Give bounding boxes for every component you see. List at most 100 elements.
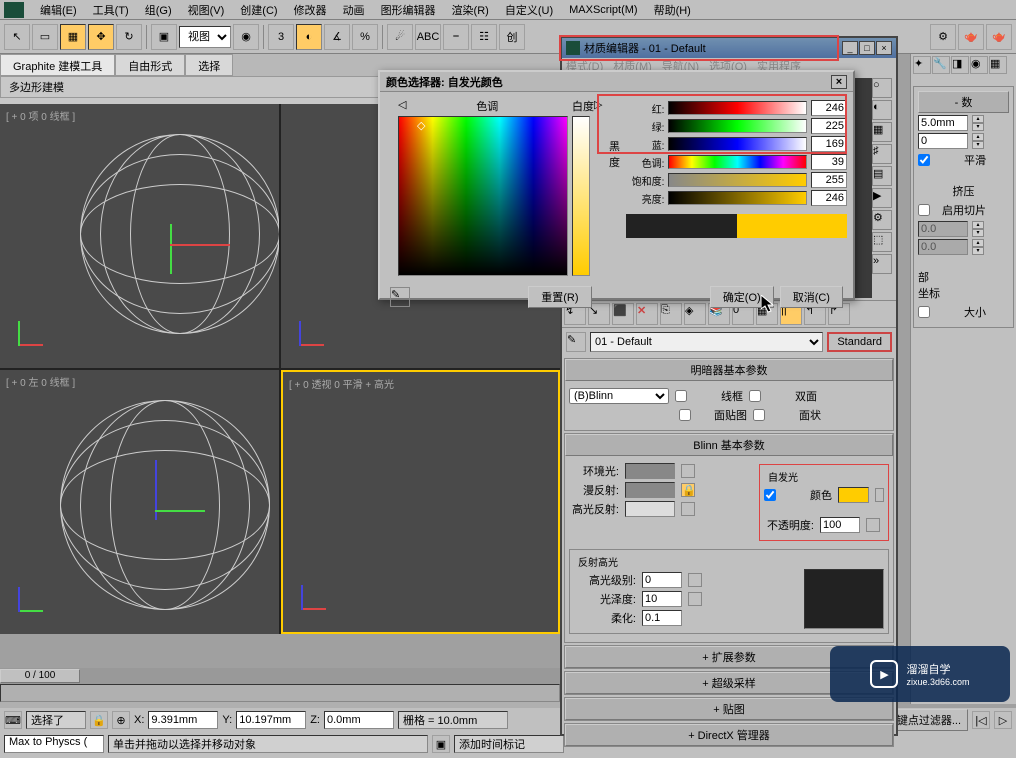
viewport-perspective[interactable]: [ + 0 透视 0 平滑 + 高光 [281, 370, 560, 634]
specular-color-swatch[interactable] [625, 501, 675, 517]
segments-spinner[interactable] [918, 133, 968, 149]
backlight-icon[interactable]: ◐ [872, 100, 892, 120]
viewport-left[interactable]: [ + 0 左 0 线框 ] [0, 370, 279, 634]
wire-checkbox[interactable] [675, 390, 687, 402]
slice-checkbox[interactable] [918, 204, 930, 216]
material-type-button[interactable]: Standard [827, 332, 892, 352]
cancel-button[interactable]: 取消(C) [780, 286, 843, 308]
rollout-blinn-params[interactable]: Blinn 基本参数 [565, 434, 893, 456]
motion-tab-icon[interactable]: ◉ [970, 56, 988, 74]
ribbon-tab-graphite[interactable]: Graphite 建模工具 [0, 54, 115, 76]
faceted-checkbox[interactable] [753, 409, 765, 421]
opacity-map-button[interactable] [866, 518, 880, 532]
menu-maxscript[interactable]: MAXScript(M) [561, 2, 645, 18]
glossiness-spinner[interactable] [642, 591, 682, 607]
eyedropper-icon[interactable]: ✎ [390, 287, 410, 307]
video-check-icon[interactable]: ▤ [872, 166, 892, 186]
spec-level-map-button[interactable] [688, 573, 702, 587]
named-sel-icon[interactable]: ☄ [387, 24, 413, 50]
spinner-snap-icon[interactable]: % [352, 24, 378, 50]
close-button[interactable]: × [831, 75, 847, 89]
red-value-input[interactable] [811, 100, 847, 116]
hue-value-input[interactable] [811, 154, 847, 170]
time-tag-icon[interactable]: ▣ [432, 735, 450, 753]
add-time-tag[interactable]: 添加时间标记 [454, 735, 564, 753]
render-setup-icon[interactable]: ⚙ [930, 24, 956, 50]
hierarchy-tab-icon[interactable]: ◨ [951, 56, 969, 74]
green-slider[interactable] [668, 119, 807, 133]
reset-button[interactable]: 重置(R) [528, 286, 591, 308]
create-sel-icon[interactable]: 创 [499, 24, 525, 50]
maxscript-mini-icon[interactable]: ⌨ [4, 711, 22, 729]
ambient-color-swatch[interactable] [625, 463, 675, 479]
z-coord-input[interactable] [324, 711, 394, 729]
sat-slider[interactable] [668, 173, 807, 187]
menu-graph[interactable]: 图形编辑器 [373, 0, 444, 20]
menu-edit[interactable]: 编辑(E) [32, 0, 85, 20]
ribbon-tab-freeform[interactable]: 自由形式 [115, 54, 185, 76]
soften-spinner[interactable] [642, 610, 682, 626]
maxscript-listener[interactable]: Max to Physcs ( [4, 735, 104, 753]
select-by-mat-icon[interactable]: ⬚ [872, 232, 892, 252]
menu-tools[interactable]: 工具(T) [85, 0, 137, 20]
specular-map-button[interactable] [681, 502, 695, 516]
select-move-icon[interactable]: ▦ [60, 24, 86, 50]
material-name-dropdown[interactable]: 01 - Default [590, 332, 823, 352]
lock-selection-icon[interactable]: 🔒 [90, 711, 108, 729]
shader-type-dropdown[interactable]: (B)Blinn [569, 388, 669, 404]
sat-value-input[interactable] [811, 172, 847, 188]
rollout-shader-params[interactable]: 明暗器基本参数 [565, 359, 893, 381]
layers-icon[interactable]: ☷ [471, 24, 497, 50]
ok-button[interactable]: 确定(O) [710, 286, 774, 308]
rollout-params[interactable]: 数 [918, 91, 1009, 113]
reference-coord-dropdown[interactable]: 视图 [179, 26, 231, 48]
scale-icon[interactable]: ▣ [151, 24, 177, 50]
diffuse-lock-icon[interactable]: 🔒 [681, 483, 695, 497]
material-editor-titlebar[interactable]: 材质编辑器 - 01 - Default _ □ × [562, 38, 896, 58]
face-map-checkbox[interactable] [679, 409, 691, 421]
prev-frame-icon[interactable]: |◁ [972, 711, 990, 729]
menu-render[interactable]: 渲染(R) [444, 0, 497, 20]
abs-transform-icon[interactable]: ⊕ [112, 711, 130, 729]
menu-view[interactable]: 视图(V) [180, 0, 233, 20]
slice-to-spinner[interactable] [918, 239, 968, 255]
sample-uv-icon[interactable]: ♯ [872, 144, 892, 164]
percent-snap-icon[interactable]: ∡ [324, 24, 350, 50]
background-icon[interactable]: ▦ [872, 122, 892, 142]
modify-tab-icon[interactable]: 🔧 [932, 56, 950, 74]
play-icon[interactable]: ▷ [994, 711, 1012, 729]
angle-snap-icon[interactable]: ◐ [296, 24, 322, 50]
green-value-input[interactable] [811, 118, 847, 134]
smooth-checkbox[interactable] [918, 154, 930, 166]
two-sided-checkbox[interactable] [749, 390, 761, 402]
spec-level-spinner[interactable] [642, 572, 682, 588]
blue-slider[interactable] [668, 137, 807, 151]
self-illum-color-checkbox[interactable] [764, 489, 776, 501]
opacity-spinner[interactable] [820, 517, 860, 533]
menu-create[interactable]: 创建(C) [232, 0, 285, 20]
pick-mat-icon[interactable]: ✎ [566, 332, 586, 352]
val-value-input[interactable] [811, 190, 847, 206]
red-slider[interactable] [668, 101, 807, 115]
realworld-checkbox[interactable] [918, 306, 930, 318]
diffuse-color-swatch[interactable] [625, 482, 675, 498]
viewport-top[interactable]: [ + 0 项 0 线框 ] [0, 104, 279, 368]
snap-icon[interactable]: 3 [268, 24, 294, 50]
time-slider-handle[interactable]: 0 / 100 [0, 669, 80, 683]
close-button[interactable]: × [876, 41, 892, 55]
create-tab-icon[interactable]: ✦ [913, 56, 931, 74]
mat-id-icon[interactable]: » [872, 254, 892, 274]
select-arrow-icon[interactable]: ↖ [4, 24, 30, 50]
y-coord-input[interactable] [236, 711, 306, 729]
move-icon[interactable]: ✥ [88, 24, 114, 50]
hue-slider[interactable] [668, 155, 807, 169]
maximize-button[interactable]: □ [859, 41, 875, 55]
val-slider[interactable] [668, 191, 807, 205]
ambient-map-button[interactable] [681, 464, 695, 478]
menu-modifiers[interactable]: 修改器 [286, 0, 335, 20]
minimize-button[interactable]: _ [842, 41, 858, 55]
menu-animation[interactable]: 动画 [335, 0, 373, 20]
time-slider[interactable]: 0 / 100 [0, 668, 560, 684]
select-rect-icon[interactable]: ▭ [32, 24, 58, 50]
align-icon[interactable]: ⎯ [443, 24, 469, 50]
